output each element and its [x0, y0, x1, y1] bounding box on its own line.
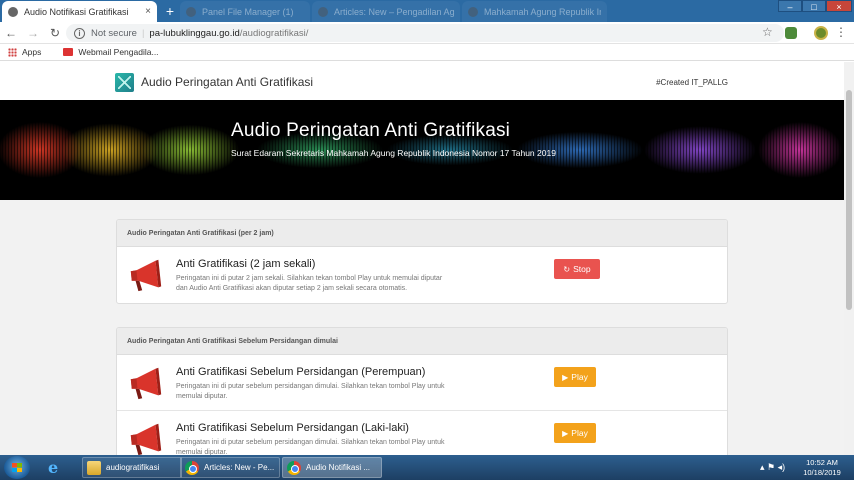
taskbar-item-chrome-audio[interactable]: Audio Notifikasi ... [282, 457, 382, 478]
windows-taskbar: e audiogratifikasi Articles: New - Pe...… [0, 455, 854, 480]
stop-button[interactable]: ↻ Stop [554, 259, 600, 279]
extension-icon[interactable] [785, 27, 797, 39]
section-card-per-2-jam: Audio Peringatan Anti Gratifikasi (per 2… [116, 219, 728, 304]
info-icon[interactable]: i [74, 27, 85, 39]
megaphone-icon [130, 259, 162, 292]
reload-icon[interactable]: ↻ [44, 26, 66, 40]
item-title: Anti Gratifikasi (2 jam sekali) [176, 258, 316, 270]
maximize-button[interactable]: □ [802, 0, 826, 12]
clock-time: 10:52 AM [806, 458, 838, 467]
close-icon[interactable]: × [145, 6, 151, 17]
forward-arrow-icon[interactable]: → [22, 26, 44, 40]
system-tray[interactable]: ▴ ⚑ ◂) [760, 462, 785, 473]
taskbar-label: audiogratifikasi [106, 463, 160, 472]
banner-subtitle: Surat Edaram Sekretaris Mahkamah Agung R… [231, 148, 556, 158]
play-button-perempuan[interactable]: ▶ Play [554, 367, 596, 387]
profile-avatar[interactable] [814, 26, 828, 40]
scrollbar-thumb[interactable] [846, 90, 852, 310]
start-button[interactable] [4, 456, 30, 479]
site-title[interactable]: Audio Peringatan Anti Gratifikasi [141, 75, 313, 89]
megaphone-icon [130, 367, 162, 400]
button-label: Play [571, 428, 588, 438]
url-host: pa-lubuklinggau.go.id [149, 27, 240, 39]
url-input[interactable]: i Not secure | pa-lubuklinggau.go.id/aud… [66, 24, 784, 42]
tab-label: Audio Notifikasi Gratifikasi [24, 6, 129, 17]
item-title: Anti Gratifikasi Sebelum Persidangan (La… [176, 422, 409, 434]
favicon-icon [468, 6, 478, 17]
bookmark-label: Apps [22, 47, 42, 57]
spinner-icon: ↻ [563, 264, 571, 274]
megaphone-icon [130, 423, 162, 455]
globe-icon [8, 6, 18, 17]
site-header: Audio Peringatan Anti Gratifikasi #Creat… [0, 62, 844, 100]
gmail-icon [63, 48, 74, 56]
tab-label: Panel File Manager (1) [202, 6, 294, 17]
url-path: /audiogratifikasi/ [239, 27, 309, 39]
button-label: Stop [573, 264, 591, 274]
apps-grid-icon [8, 47, 17, 57]
browser-tab-bar: Audio Notifikasi Gratifikasi × + Panel F… [0, 0, 854, 22]
chrome-icon [287, 460, 301, 475]
tab-audio-notifikasi[interactable]: Audio Notifikasi Gratifikasi × [2, 1, 157, 22]
play-icon: ▶ [562, 428, 569, 438]
play-icon: ▶ [562, 372, 569, 382]
list-item: Anti Gratifikasi (2 jam sekali) Peringat… [117, 247, 727, 303]
page-scrollbar[interactable] [844, 62, 854, 455]
bookmark-webmail[interactable]: Webmail Pengadila... [49, 47, 159, 57]
hero-banner: Audio Peringatan Anti Gratifikasi Surat … [0, 100, 844, 200]
section-heading: Audio Peringatan Anti Gratifikasi (per 2… [117, 220, 727, 247]
bookmark-apps[interactable]: Apps [8, 47, 41, 57]
taskbar-item-folder[interactable]: audiogratifikasi [82, 457, 182, 478]
internet-explorer-icon[interactable]: e [38, 457, 72, 478]
chrome-icon [185, 460, 199, 475]
minimize-button[interactable]: – [778, 0, 802, 12]
tab-label: Articles: New – Pengadilan Agam [334, 6, 454, 17]
bookmarks-bar: Apps Webmail Pengadila... [0, 44, 854, 61]
site-logo-icon[interactable] [115, 73, 134, 92]
tab-mahkamah-agung[interactable]: Mahkamah Agung Republik Indo [462, 1, 607, 22]
favicon-icon [186, 6, 196, 17]
taskbar-label: Articles: New - Pe... [204, 463, 275, 472]
taskbar-item-chrome-articles[interactable]: Articles: New - Pe... [180, 457, 280, 478]
address-bar: ← → ↻ i Not secure | pa-lubuklinggau.go.… [0, 22, 854, 44]
bookmark-label: Webmail Pengadila... [78, 47, 159, 57]
section-heading: Audio Peringatan Anti Gratifikasi Sebelu… [117, 328, 727, 355]
list-item: Anti Gratifikasi Sebelum Persidangan (Pe… [117, 355, 727, 411]
clock-date: 10/18/2019 [803, 468, 841, 477]
tab-articles-new[interactable]: Articles: New – Pengadilan Agam [312, 1, 460, 22]
site-credit: #Created IT_PALLG [656, 78, 728, 87]
play-button-laki-laki[interactable]: ▶ Play [554, 423, 596, 443]
tab-label: Mahkamah Agung Republik Indo [484, 6, 601, 17]
divider: | [141, 27, 145, 39]
item-title: Anti Gratifikasi Sebelum Persidangan (Pe… [176, 366, 426, 378]
new-tab-button[interactable]: + [162, 3, 178, 19]
window-close-button[interactable]: × [826, 0, 852, 12]
item-description: Peringatan ini di putar 2 jam sekali. Si… [176, 275, 443, 292]
back-arrow-icon[interactable]: ← [0, 26, 22, 40]
more-menu-icon[interactable]: ⋮ [835, 25, 847, 39]
folder-icon [87, 460, 101, 475]
favicon-icon [318, 6, 328, 17]
banner-title: Audio Peringatan Anti Gratifikasi [231, 120, 511, 141]
taskbar-label: Audio Notifikasi ... [306, 463, 371, 472]
item-description: Peringatan ini di putar sebelum persidan… [176, 383, 445, 400]
security-label: Not secure [91, 27, 137, 39]
tab-file-manager[interactable]: Panel File Manager (1) [180, 1, 310, 22]
taskbar-clock[interactable]: 10:52 AM 10/18/2019 [800, 458, 844, 478]
button-label: Play [571, 372, 588, 382]
section-card-sebelum-persidangan: Audio Peringatan Anti Gratifikasi Sebelu… [116, 327, 728, 455]
item-description: Peringatan ini di putar sebelum persidan… [176, 439, 445, 455]
bookmark-star-icon[interactable]: ☆ [762, 25, 773, 39]
page-content: Audio Peringatan Anti Gratifikasi #Creat… [0, 62, 844, 455]
list-item: Anti Gratifikasi Sebelum Persidangan (La… [117, 411, 727, 455]
